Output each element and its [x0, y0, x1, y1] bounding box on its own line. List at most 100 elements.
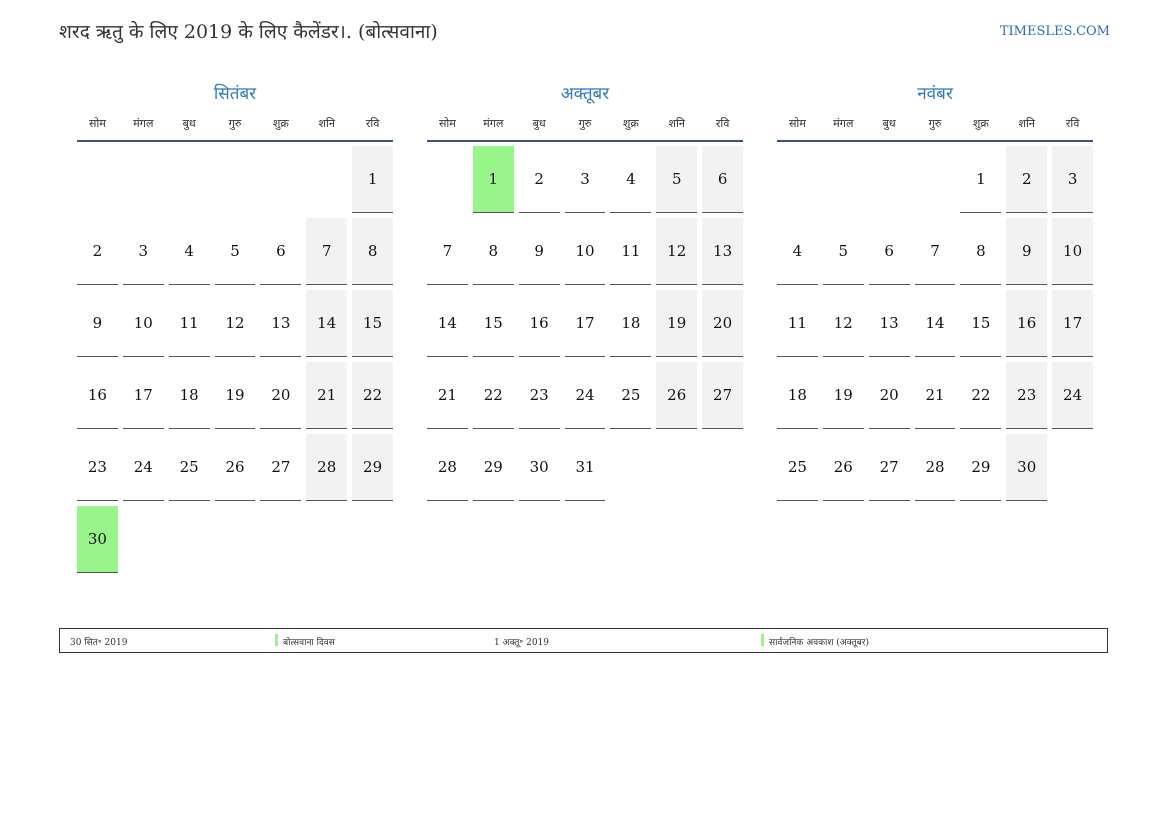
- day-cell[interactable]: 11: [777, 290, 818, 357]
- empty-day-cell: [215, 146, 256, 213]
- day-cell[interactable]: 10: [564, 218, 606, 285]
- day-cell[interactable]: 3: [1052, 146, 1094, 213]
- day-cell[interactable]: 19: [214, 362, 256, 429]
- day-cell[interactable]: 17: [122, 362, 164, 429]
- day-cell[interactable]: 2: [1006, 146, 1048, 213]
- week-row: 16 17 18 19 20 21 22: [77, 362, 394, 429]
- site-link[interactable]: TIMESLES.COM: [1000, 24, 1110, 39]
- day-cell[interactable]: 20: [260, 362, 302, 429]
- day-cell[interactable]: 25: [610, 362, 652, 429]
- day-cell[interactable]: 6: [702, 146, 744, 213]
- day-cell[interactable]: 15: [472, 290, 514, 357]
- day-cell[interactable]: 8: [352, 218, 394, 285]
- day-cell[interactable]: 7: [306, 218, 348, 285]
- day-cell[interactable]: 18: [168, 362, 210, 429]
- day-cell[interactable]: 10: [122, 290, 164, 357]
- day-cell[interactable]: 24: [122, 434, 164, 501]
- day-cell[interactable]: 5: [214, 218, 256, 285]
- day-cell[interactable]: 16: [1006, 290, 1048, 357]
- day-cell[interactable]: 4: [777, 218, 818, 285]
- day-cell[interactable]: 23: [518, 362, 560, 429]
- day-cell[interactable]: 28: [914, 434, 956, 501]
- day-cell[interactable]: 29: [960, 434, 1002, 501]
- day-cell[interactable]: 14: [914, 290, 956, 357]
- month-title: नवंबर: [917, 84, 953, 104]
- day-cell[interactable]: 22: [352, 362, 394, 429]
- day-cell[interactable]: 12: [822, 290, 864, 357]
- day-cell[interactable]: 2: [77, 218, 118, 285]
- day-cell[interactable]: 24: [1052, 362, 1094, 429]
- day-cell[interactable]: 7: [914, 218, 956, 285]
- day-cell[interactable]: 26: [214, 434, 256, 501]
- day-cell[interactable]: 2: [518, 146, 560, 213]
- day-cell[interactable]: 3: [122, 218, 164, 285]
- month-title: अक्तूबर: [560, 84, 610, 104]
- day-cell[interactable]: 21: [306, 362, 348, 429]
- day-cell[interactable]: 4: [610, 146, 652, 213]
- day-cell[interactable]: 10: [1052, 218, 1094, 285]
- day-cell[interactable]: 12: [656, 218, 698, 285]
- day-cell[interactable]: 17: [564, 290, 606, 357]
- weekday-label: शनि: [668, 116, 685, 130]
- day-cell[interactable]: 26: [656, 362, 698, 429]
- week-row: 4 5 6 7 8 9 10: [777, 218, 1094, 285]
- day-cell[interactable]: 21: [914, 362, 956, 429]
- empty-day-cell: [702, 434, 743, 501]
- day-cell[interactable]: 11: [168, 290, 210, 357]
- day-cell[interactable]: 30: [518, 434, 560, 501]
- day-cell[interactable]: 6: [868, 218, 910, 285]
- day-cell[interactable]: 26: [822, 434, 864, 501]
- day-cell[interactable]: 18: [777, 362, 818, 429]
- day-cell[interactable]: 5: [656, 146, 698, 213]
- day-cell[interactable]: 9: [77, 290, 118, 357]
- day-cell[interactable]: 28: [427, 434, 468, 501]
- day-cell[interactable]: 25: [777, 434, 818, 501]
- day-cell[interactable]: 25: [168, 434, 210, 501]
- day-cell[interactable]: 6: [260, 218, 302, 285]
- day-cell[interactable]: 16: [77, 362, 118, 429]
- day-cell[interactable]: 22: [960, 362, 1002, 429]
- day-cell[interactable]: 18: [610, 290, 652, 357]
- day-cell[interactable]: 29: [472, 434, 514, 501]
- day-cell[interactable]: 14: [427, 290, 468, 357]
- day-cell[interactable]: 19: [822, 362, 864, 429]
- day-cell[interactable]: 27: [702, 362, 744, 429]
- day-cell[interactable]: 11: [610, 218, 652, 285]
- day-cell[interactable]: 1: [960, 146, 1002, 213]
- day-cell[interactable]: 31: [564, 434, 606, 501]
- day-cell[interactable]: 23: [77, 434, 118, 501]
- empty-day-cell: [869, 146, 910, 213]
- day-cell[interactable]: 9: [518, 218, 560, 285]
- day-cell[interactable]: 17: [1052, 290, 1094, 357]
- day-cell[interactable]: 16: [518, 290, 560, 357]
- day-cell[interactable]: 12: [214, 290, 256, 357]
- day-cell[interactable]: 24: [564, 362, 606, 429]
- day-cell[interactable]: 30: [77, 506, 118, 573]
- day-cell[interactable]: 4: [168, 218, 210, 285]
- day-cell[interactable]: 5: [822, 218, 864, 285]
- day-cell[interactable]: 27: [260, 434, 302, 501]
- day-cell[interactable]: 23: [1006, 362, 1048, 429]
- day-cell[interactable]: 19: [656, 290, 698, 357]
- day-cell[interactable]: 21: [427, 362, 468, 429]
- day-cell[interactable]: 20: [868, 362, 910, 429]
- day-cell[interactable]: 27: [868, 434, 910, 501]
- day-cell[interactable]: 28: [306, 434, 348, 501]
- day-cell[interactable]: 15: [960, 290, 1002, 357]
- day-cell[interactable]: 15: [352, 290, 394, 357]
- day-cell[interactable]: 14: [306, 290, 348, 357]
- day-cell[interactable]: 3: [564, 146, 606, 213]
- day-cell[interactable]: 29: [352, 434, 394, 501]
- day-cell[interactable]: 13: [868, 290, 910, 357]
- day-cell[interactable]: 8: [472, 218, 514, 285]
- day-cell[interactable]: 22: [472, 362, 514, 429]
- day-cell[interactable]: 13: [702, 218, 744, 285]
- day-cell[interactable]: 30: [1006, 434, 1048, 501]
- day-cell[interactable]: 20: [702, 290, 744, 357]
- day-cell[interactable]: 13: [260, 290, 302, 357]
- day-cell[interactable]: 7: [427, 218, 468, 285]
- day-cell[interactable]: 8: [960, 218, 1002, 285]
- day-cell[interactable]: 1: [472, 146, 514, 213]
- day-cell[interactable]: 1: [352, 146, 394, 213]
- day-cell[interactable]: 9: [1006, 218, 1048, 285]
